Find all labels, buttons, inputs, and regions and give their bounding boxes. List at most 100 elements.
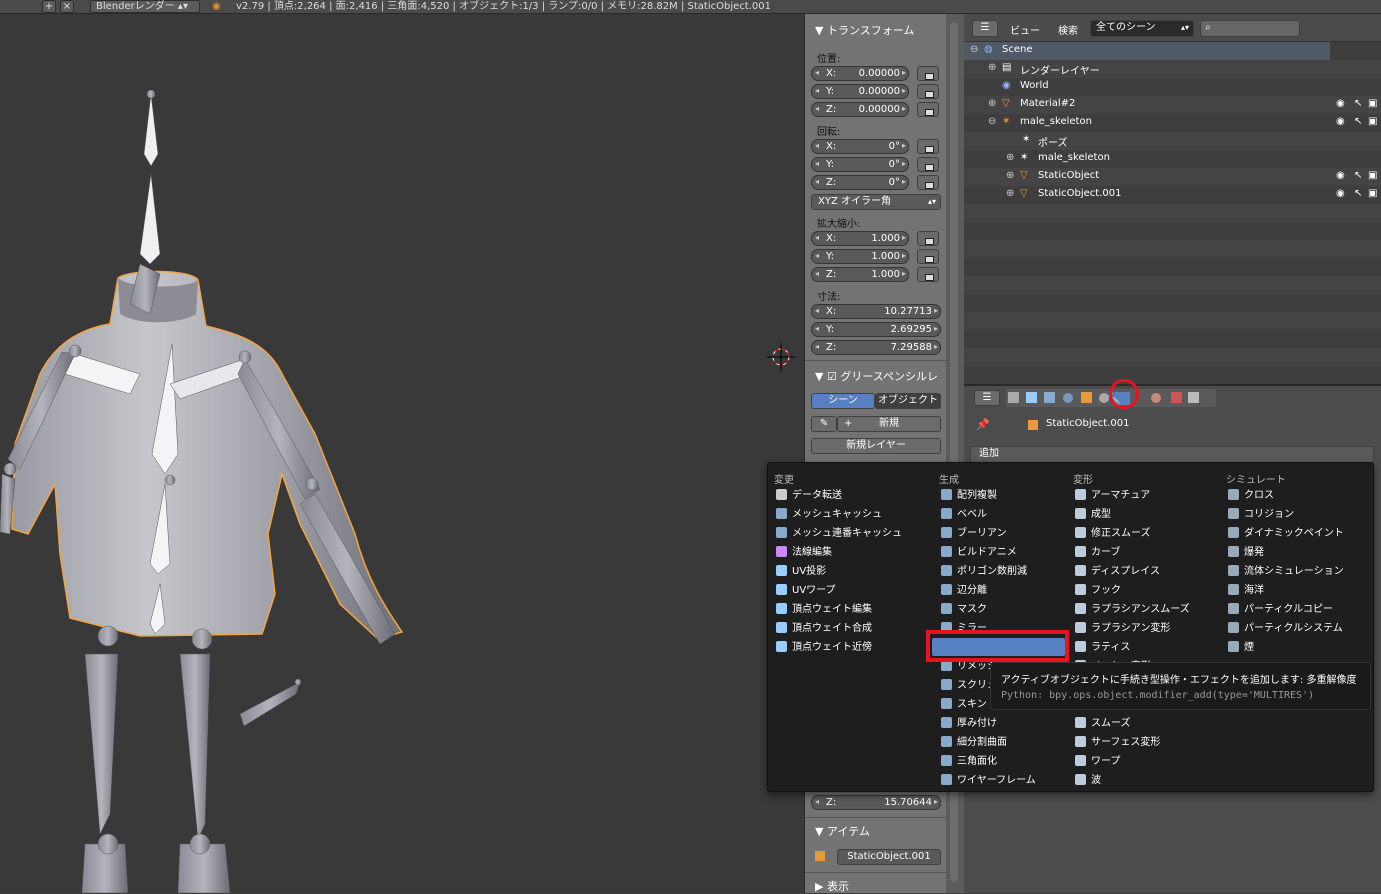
object-name-field[interactable]: StaticObject.001 <box>837 849 941 865</box>
location-y-field[interactable]: ◂ Y: 0.00000 ▸ <box>811 84 909 99</box>
location-z-field[interactable]: ◂ Z: 0.00000 ▸ <box>811 102 909 117</box>
pin-icon[interactable]: 📌 <box>976 418 990 431</box>
editor-type-icon[interactable]: ☰ <box>974 390 1000 406</box>
menu-item-col2-3[interactable]: ビルドアニメ <box>941 544 1017 562</box>
outliner-row-staticobject-001[interactable]: ⊕ ▽ StaticObject.001 ◉ ↖ ▣ <box>964 186 1381 204</box>
outliner-row-pose[interactable]: ✶ ポーズ <box>964 132 1381 150</box>
menu-item-col1-5[interactable]: UVワープ <box>776 582 836 600</box>
menu-item-col2-6[interactable]: マスク <box>941 601 987 619</box>
outliner-row-render-layers[interactable]: ⊕ ▤ レンダーレイヤー <box>964 60 1381 78</box>
model-canvas[interactable] <box>0 14 804 893</box>
menu-item-col2-1[interactable]: ベベル <box>941 506 987 524</box>
3d-viewport[interactable] <box>0 14 804 893</box>
menu-item-col3-15[interactable]: 波 <box>1075 772 1101 790</box>
grease-pencil-header[interactable]: ▼ ☑ グリースペンシルレ <box>815 368 938 384</box>
item-panel-header[interactable]: ▼ アイテム <box>815 823 870 839</box>
menu-item-col3-14[interactable]: ワープ <box>1075 753 1120 771</box>
editor-type-icon[interactable]: ☰ <box>972 20 998 37</box>
menu-item-col1-7[interactable]: 頂点ウェイト合成 <box>776 620 872 638</box>
visibility-eye-icon[interactable]: ◉ <box>1336 188 1345 199</box>
outliner-row-skeleton-data[interactable]: ⊕ ✶ male_skeleton <box>964 150 1381 168</box>
menu-item-col4-4[interactable]: 流体シミュレーション <box>1228 563 1344 581</box>
transform-panel-header[interactable]: ▼ トランスフォーム <box>815 22 914 38</box>
menu-item-col1-8[interactable]: 頂点ウェイト近傍 <box>776 639 872 657</box>
lock-scale-x-icon[interactable] <box>917 231 939 246</box>
outliner-row-material[interactable]: ⊕ ▽ Material#2 ◉ ↖ ▣ <box>964 96 1381 114</box>
cursor-z-field[interactable]: ◂ Z: 15.70644 ▸ <box>811 795 941 810</box>
outliner-row-world[interactable]: ◉ World <box>964 78 1381 96</box>
menu-item-col1-1[interactable]: メッシュキャッシュ <box>776 506 882 524</box>
menu-item-col3-4[interactable]: ディスプレイス <box>1075 563 1160 581</box>
select-arrow-icon[interactable]: ↖ <box>1354 188 1362 199</box>
menu-item-col1-2[interactable]: メッシュ連番キャッシュ <box>776 525 902 543</box>
menu-item-col3-8[interactable]: ラティス <box>1075 639 1130 657</box>
outliner-row-staticobject[interactable]: ⊕ ▽ StaticObject ◉ ↖ ▣ <box>964 168 1381 186</box>
menu-item-col2-2[interactable]: ブーリアン <box>941 525 1007 543</box>
dimensions-x-field[interactable]: ◂ X: 10.27713 ▸ <box>811 304 941 319</box>
menu-item-col3-2[interactable]: 修正スムーズ <box>1075 525 1151 543</box>
menu-item-col1-0[interactable]: データ転送 <box>776 487 842 505</box>
add-screen-button[interactable]: + <box>42 0 56 13</box>
outliner-row-male-skeleton[interactable]: ⊖ ✶ male_skeleton ◉ ↖ ▣ <box>964 114 1381 132</box>
menu-item-col4-3[interactable]: 爆発 <box>1228 544 1264 562</box>
select-arrow-icon[interactable]: ↖ <box>1354 98 1362 109</box>
render-engine-dropdown[interactable]: Blenderレンダー ▴▾ <box>90 0 200 13</box>
menu-item-col2-11[interactable]: スキン <box>941 696 987 714</box>
scale-z-field[interactable]: ◂ Z: 1.000 ▸ <box>811 267 909 282</box>
brush-icon[interactable]: ✎ <box>811 416 837 432</box>
render-camera-icon[interactable]: ▣ <box>1368 116 1377 127</box>
menu-item-col4-0[interactable]: クロス <box>1228 487 1274 505</box>
menu-item-col1-3[interactable]: 法線編集 <box>776 544 832 562</box>
menu-item-col2-14[interactable]: 三角面化 <box>941 753 997 771</box>
menu-item-col2-12[interactable]: 厚み付け <box>941 715 997 733</box>
menu-item-col1-4[interactable]: UV投影 <box>776 563 826 581</box>
location-x-field[interactable]: ◂ X: 0.00000 ▸ <box>811 66 909 81</box>
menu-item-col2-4[interactable]: ポリゴン数削減 <box>941 563 1027 581</box>
menu-item-col4-5[interactable]: 海洋 <box>1228 582 1264 600</box>
lock-location-z-icon[interactable] <box>917 102 939 117</box>
dimensions-y-field[interactable]: ◂ Y: 2.69295 ▸ <box>811 322 941 337</box>
menu-item-col4-1[interactable]: コリジョン <box>1228 506 1294 524</box>
menu-item-col1-6[interactable]: 頂点ウェイト編集 <box>776 601 872 619</box>
tab-scene[interactable]: シーン <box>811 393 875 409</box>
lock-location-x-icon[interactable] <box>917 66 939 81</box>
visibility-eye-icon[interactable]: ◉ <box>1336 170 1345 181</box>
new-layer-button[interactable]: 新規レイヤー <box>811 438 941 454</box>
lock-location-y-icon[interactable] <box>917 84 939 99</box>
render-camera-icon[interactable]: ▣ <box>1368 98 1377 109</box>
menu-item-col3-12[interactable]: スムーズ <box>1075 715 1131 733</box>
shirt-mesh[interactable] <box>11 270 404 640</box>
menu-item-col4-7[interactable]: パーティクルシステム <box>1228 620 1343 638</box>
dimensions-z-field[interactable]: ◂ Z: 7.29588 ▸ <box>811 340 941 355</box>
search-input[interactable]: ⌕ <box>1200 20 1300 37</box>
lock-rotation-z-icon[interactable] <box>917 175 939 190</box>
display-mode-dropdown[interactable]: 全てのシーン ▴▾ <box>1090 20 1194 37</box>
scale-x-field[interactable]: ◂ X: 1.000 ▸ <box>811 231 909 246</box>
menu-item-col2-0[interactable]: 配列複製 <box>941 487 997 505</box>
menu-item-col3-3[interactable]: カーブ <box>1075 544 1120 562</box>
lock-rotation-x-icon[interactable] <box>917 139 939 154</box>
lock-rotation-y-icon[interactable] <box>917 157 939 172</box>
visibility-eye-icon[interactable]: ◉ <box>1336 98 1345 109</box>
lock-scale-z-icon[interactable] <box>917 267 939 282</box>
menu-search[interactable]: 検索 <box>1058 22 1078 37</box>
menu-item-col3-6[interactable]: ラプラシアンスムーズ <box>1075 601 1190 619</box>
render-camera-icon[interactable]: ▣ <box>1368 170 1377 181</box>
rotation-z-field[interactable]: ◂ Z: 0° ▸ <box>811 175 909 190</box>
outliner-row-scene[interactable]: ⊖ ◍ Scene <box>964 42 1381 60</box>
select-arrow-icon[interactable]: ↖ <box>1354 116 1362 127</box>
rotation-mode-dropdown[interactable]: XYZ オイラー角 ▴▾ <box>811 194 941 210</box>
menu-item-col3-13[interactable]: サーフェス変形 <box>1075 734 1160 752</box>
lock-scale-y-icon[interactable] <box>917 249 939 264</box>
menu-item-col3-0[interactable]: アーマチュア <box>1075 487 1150 505</box>
menu-item-col2-5[interactable]: 辺分離 <box>941 582 987 600</box>
rotation-y-field[interactable]: ◂ Y: 0° ▸ <box>811 157 909 172</box>
tab-object[interactable]: オブジェクト <box>875 393 941 409</box>
menu-item-col4-6[interactable]: パーティクルコピー <box>1228 601 1333 619</box>
menu-item-col3-7[interactable]: ラプラシアン変形 <box>1075 620 1170 638</box>
menu-item-col3-5[interactable]: フック <box>1075 582 1121 600</box>
menu-view[interactable]: ビュー <box>1010 22 1040 37</box>
menu-item-col4-8[interactable]: 煙 <box>1228 639 1254 657</box>
menu-item-col2-13[interactable]: 細分割曲面 <box>941 734 1007 752</box>
menu-item-col2-15[interactable]: ワイヤーフレーム <box>941 772 1036 790</box>
